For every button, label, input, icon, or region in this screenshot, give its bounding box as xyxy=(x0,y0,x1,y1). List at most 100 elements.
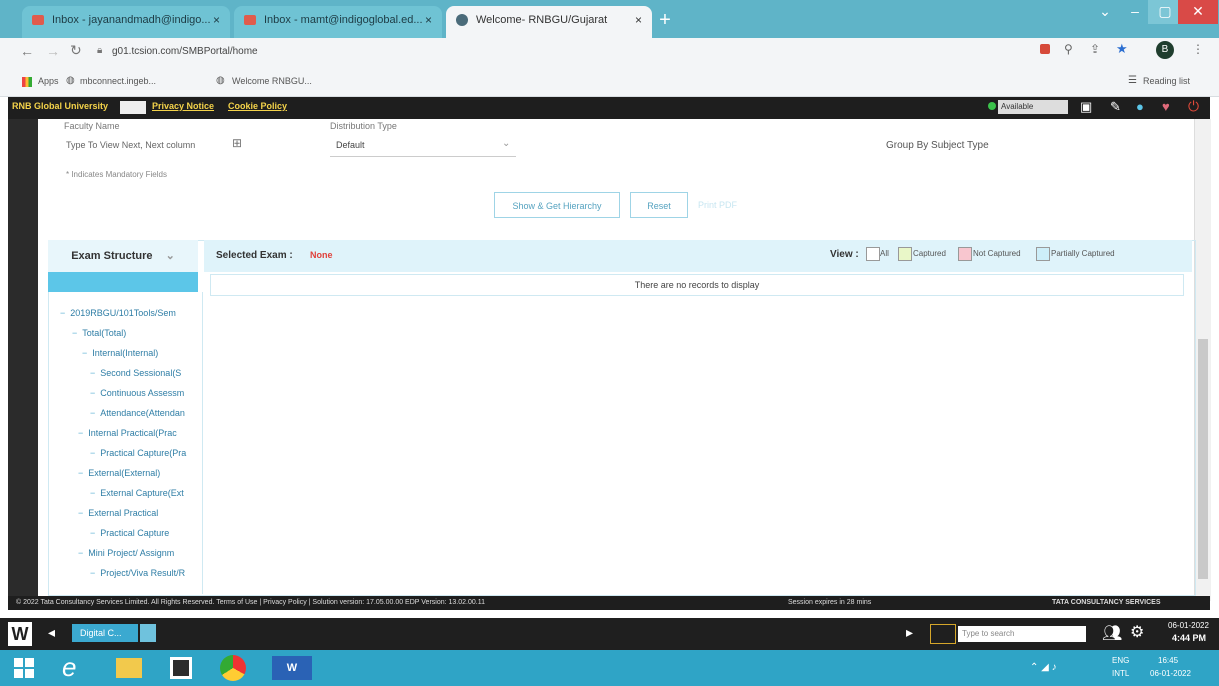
reading-list-link[interactable]: Reading list xyxy=(1143,76,1190,86)
tree-node[interactable]: − External Capture(Ext xyxy=(90,488,202,498)
tree-toggle-icon[interactable]: − xyxy=(82,348,87,358)
word-icon[interactable]: W xyxy=(8,622,32,646)
language-sub[interactable]: INTL xyxy=(1112,669,1129,678)
taskbar-app-tab[interactable]: Digital C... xyxy=(72,624,138,642)
bookmark-item[interactable]: Welcome RNBGU... xyxy=(232,76,312,86)
browser-tab-1[interactable]: Inbox - jayanandmadh@indigo... × xyxy=(22,6,230,38)
file-explorer-icon[interactable] xyxy=(116,658,142,678)
tree-toggle-icon[interactable]: − xyxy=(90,368,95,378)
bookmark-star-icon[interactable]: ★ xyxy=(1116,41,1128,57)
tree-toggle-icon[interactable]: − xyxy=(78,468,83,478)
lookup-icon[interactable]: ⊞ xyxy=(232,136,242,150)
search-icon[interactable]: ⚲ xyxy=(1064,42,1073,56)
forward-icon[interactable]: → xyxy=(46,43,60,59)
reset-button[interactable]: Reset xyxy=(630,192,688,218)
tree-node[interactable]: − Second Sessional(S xyxy=(90,368,202,378)
legend-partially-captured-swatch[interactable] xyxy=(1036,247,1050,261)
camera-icon[interactable]: ▣ xyxy=(1080,99,1092,115)
edit-icon[interactable]: ✎ xyxy=(1110,99,1121,115)
tree-toggle-icon[interactable]: − xyxy=(90,568,95,578)
tree-node[interactable]: −2019RBGU/101Tools/Sem xyxy=(60,308,176,318)
language-icon[interactable] xyxy=(120,101,146,114)
settings-icon[interactable]: ⚙︎ xyxy=(1130,622,1144,642)
close-tab-icon[interactable]: × xyxy=(635,6,642,34)
internet-explorer-icon[interactable]: e xyxy=(62,652,76,683)
extension-icon[interactable] xyxy=(1040,44,1050,54)
show-hierarchy-button[interactable]: Show & Get Hierarchy xyxy=(494,192,620,218)
tree-toggle-icon[interactable]: − xyxy=(90,488,95,498)
bookmark-apps[interactable]: Apps xyxy=(38,76,59,86)
legend-captured-swatch[interactable] xyxy=(898,247,912,261)
clock-date[interactable]: 06-01-2022 xyxy=(1150,669,1191,678)
close-window-icon[interactable]: ✕ xyxy=(1178,0,1218,24)
profile-avatar[interactable]: B xyxy=(1156,41,1174,59)
bookmark-item[interactable]: mbconnect.ingeb... xyxy=(80,76,156,86)
windows-start-icon[interactable] xyxy=(14,658,34,678)
new-tab-button[interactable]: + xyxy=(654,10,676,32)
share-icon[interactable]: ⇪ xyxy=(1090,42,1100,56)
tree-toggle-icon[interactable]: − xyxy=(78,508,83,518)
tree-node[interactable]: − Mini Project/ Assignm xyxy=(78,548,202,558)
legend-not-captured-swatch[interactable] xyxy=(958,247,972,261)
browser-tab-3[interactable]: Welcome- RNBGU/Gujarat × xyxy=(446,6,652,38)
tree-toggle-icon[interactable]: − xyxy=(78,428,83,438)
cookie-policy-link[interactable]: Cookie Policy xyxy=(228,101,287,111)
language-code[interactable]: ENG xyxy=(1112,656,1129,665)
address-bar-row: ← → ↻ 🔒︎ g01.tcsion.com/SMBPortal/home ⚲… xyxy=(0,38,1219,68)
print-pdf-button[interactable]: Print PDF xyxy=(698,200,737,210)
tree-toggle-icon[interactable]: − xyxy=(90,528,95,538)
dropdown-icon[interactable]: ⌄ xyxy=(1088,0,1122,24)
chevron-down-icon: ⌄ xyxy=(502,138,511,149)
tree-toggle-icon[interactable]: − xyxy=(90,448,95,458)
tree-node[interactable]: − Practical Capture(Pra xyxy=(90,448,202,458)
taskbar-search-input[interactable]: Type to search xyxy=(958,626,1086,642)
store-icon[interactable] xyxy=(170,657,192,679)
tree-node[interactable]: − External Practical xyxy=(78,508,158,518)
tree-node[interactable]: − Attendance(Attendan xyxy=(90,408,202,418)
clock-time[interactable]: 16:45 xyxy=(1158,656,1178,665)
taskbar-app-menu[interactable] xyxy=(140,624,156,642)
distribution-type-select[interactable]: Default xyxy=(336,140,365,150)
people-icon[interactable]: 👥︎ xyxy=(1102,623,1122,643)
tree-node[interactable]: − Total(Total) xyxy=(72,328,126,338)
help-icon[interactable]: ● xyxy=(1136,99,1144,114)
browser-tab-2[interactable]: Inbox - mamt@indigoglobal.ed... × xyxy=(234,6,442,38)
notifications-icon[interactable]: ♥ xyxy=(1162,99,1170,114)
legend-all-swatch[interactable] xyxy=(866,247,880,261)
chrome-icon[interactable] xyxy=(220,655,246,681)
tree-node[interactable]: − Internal Practical(Prac xyxy=(78,428,202,438)
privacy-notice-link[interactable]: Privacy Notice xyxy=(152,101,214,111)
status-select[interactable]: Available xyxy=(998,100,1068,114)
vertical-scrollbar[interactable] xyxy=(1194,119,1211,601)
faculty-name-input[interactable]: Type To View Next, Next column xyxy=(66,140,195,150)
minimize-icon[interactable]: – xyxy=(1118,0,1152,24)
scrollbar-thumb[interactable] xyxy=(1198,339,1208,579)
tree-toggle-icon[interactable]: − xyxy=(90,408,95,418)
power-icon[interactable]: ⏻ xyxy=(1188,98,1199,115)
close-tab-icon[interactable]: × xyxy=(213,6,220,34)
monitor-icon[interactable] xyxy=(930,624,956,644)
tree-node[interactable]: − Practical Capture xyxy=(90,528,169,538)
url-field[interactable]: g01.tcsion.com/SMBPortal/home xyxy=(112,46,258,57)
tree-node[interactable]: − External(External) xyxy=(78,468,160,478)
chevron-down-icon[interactable]: ⌄ xyxy=(166,250,175,262)
tree-node[interactable]: − Continuous Assessm xyxy=(90,388,202,398)
close-tab-icon[interactable]: × xyxy=(425,6,432,34)
back-icon[interactable]: ← xyxy=(20,43,34,59)
globe-icon xyxy=(456,14,468,26)
back-icon[interactable]: ◂ xyxy=(48,624,55,641)
tree-node[interactable]: − Project/Viva Result/R xyxy=(90,568,202,578)
reload-icon[interactable]: ↻ xyxy=(70,42,82,59)
system-tray-icons[interactable]: ⌃ ◢ ♪ xyxy=(1030,662,1057,673)
tree-toggle-icon[interactable]: − xyxy=(90,388,95,398)
exam-structure-selected-row[interactable] xyxy=(48,272,198,292)
lock-icon[interactable]: 🔒︎ xyxy=(97,45,102,56)
word-taskbar-icon[interactable]: W xyxy=(272,656,312,680)
tree-node[interactable]: − Internal(Internal) xyxy=(82,348,158,358)
maximize-icon[interactable]: ▢ xyxy=(1148,0,1182,24)
forward-icon[interactable]: ▸ xyxy=(906,624,913,641)
tree-toggle-icon[interactable]: − xyxy=(60,308,65,318)
tree-toggle-icon[interactable]: − xyxy=(72,328,77,338)
tree-toggle-icon[interactable]: − xyxy=(78,548,83,558)
menu-kebab-icon[interactable]: ⋮ xyxy=(1192,42,1204,56)
